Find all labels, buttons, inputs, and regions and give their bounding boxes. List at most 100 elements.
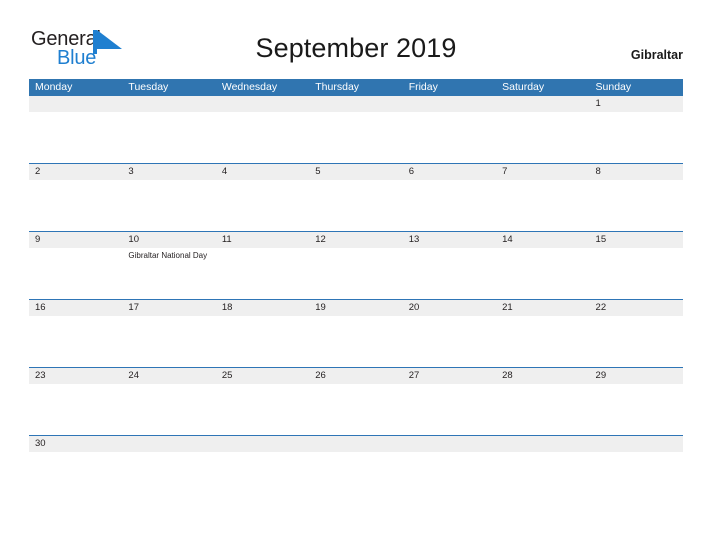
day-cell[interactable] xyxy=(216,316,309,367)
day-cell[interactable] xyxy=(309,384,402,435)
day-number[interactable]: 22 xyxy=(590,300,683,316)
day-cell[interactable] xyxy=(403,248,496,299)
day-cell[interactable] xyxy=(496,316,589,367)
day-cell[interactable] xyxy=(122,316,215,367)
day-number[interactable] xyxy=(496,96,589,112)
day-cell[interactable] xyxy=(29,112,122,163)
day-number[interactable] xyxy=(29,96,122,112)
day-cell[interactable] xyxy=(309,112,402,163)
day-number[interactable]: 18 xyxy=(216,300,309,316)
day-cell[interactable] xyxy=(29,248,122,299)
region-label: Gibraltar xyxy=(630,48,683,62)
day-number[interactable]: 26 xyxy=(309,368,402,384)
weekday-header-row: Monday Tuesday Wednesday Thursday Friday… xyxy=(29,79,683,96)
day-number[interactable] xyxy=(496,436,589,452)
day-cell[interactable] xyxy=(309,248,402,299)
week-row: 2 3 4 5 6 7 8 xyxy=(29,163,683,231)
day-cell[interactable] xyxy=(29,452,122,503)
day-cell[interactable] xyxy=(309,316,402,367)
day-number[interactable]: 19 xyxy=(309,300,402,316)
week-date-band: 1 xyxy=(29,96,683,112)
day-number[interactable]: 12 xyxy=(309,232,402,248)
weekday-sunday: Sunday xyxy=(595,81,632,93)
day-number[interactable]: 25 xyxy=(216,368,309,384)
day-cell[interactable] xyxy=(122,180,215,231)
day-number[interactable] xyxy=(122,96,215,112)
week-row: 30 xyxy=(29,435,683,503)
day-number[interactable] xyxy=(216,96,309,112)
day-cell[interactable] xyxy=(590,112,683,163)
day-number[interactable]: 17 xyxy=(122,300,215,316)
day-cell[interactable] xyxy=(590,384,683,435)
day-number[interactable]: 23 xyxy=(29,368,122,384)
day-cell[interactable] xyxy=(496,384,589,435)
day-number[interactable]: 13 xyxy=(403,232,496,248)
day-number[interactable]: 6 xyxy=(403,164,496,180)
day-number[interactable]: 9 xyxy=(29,232,122,248)
day-number[interactable]: 10 xyxy=(122,232,215,248)
day-cell[interactable] xyxy=(590,316,683,367)
day-number[interactable]: 24 xyxy=(122,368,215,384)
day-cell[interactable] xyxy=(216,112,309,163)
day-number[interactable]: 5 xyxy=(309,164,402,180)
day-cell[interactable] xyxy=(216,384,309,435)
day-cell[interactable] xyxy=(29,384,122,435)
day-number[interactable]: 1 xyxy=(590,96,683,112)
day-cell[interactable] xyxy=(403,384,496,435)
week-row: 16 17 18 19 20 21 22 xyxy=(29,299,683,367)
day-number[interactable] xyxy=(309,436,402,452)
day-number[interactable] xyxy=(590,436,683,452)
day-cell[interactable] xyxy=(590,248,683,299)
week-row: 1 xyxy=(29,96,683,163)
day-number[interactable]: 16 xyxy=(29,300,122,316)
week-date-band: 23 24 25 26 27 28 29 xyxy=(29,368,683,384)
day-number[interactable]: 11 xyxy=(216,232,309,248)
weekday-wednesday: Wednesday xyxy=(221,81,278,93)
day-cell[interactable] xyxy=(403,452,496,503)
week-event-band xyxy=(29,452,683,503)
day-cell[interactable] xyxy=(29,316,122,367)
week-row: 23 24 25 26 27 28 29 xyxy=(29,367,683,435)
day-cell[interactable] xyxy=(216,452,309,503)
day-cell[interactable] xyxy=(496,112,589,163)
day-cell[interactable] xyxy=(216,180,309,231)
day-cell[interactable] xyxy=(122,452,215,503)
day-number[interactable] xyxy=(122,436,215,452)
day-cell[interactable] xyxy=(403,112,496,163)
day-cell[interactable]: Gibraltar National Day xyxy=(122,248,215,299)
day-number[interactable]: 29 xyxy=(590,368,683,384)
day-number[interactable]: 7 xyxy=(496,164,589,180)
day-number[interactable]: 21 xyxy=(496,300,589,316)
day-cell[interactable] xyxy=(496,452,589,503)
day-number[interactable]: 27 xyxy=(403,368,496,384)
day-number[interactable]: 4 xyxy=(216,164,309,180)
day-cell[interactable] xyxy=(496,180,589,231)
day-number[interactable]: 2 xyxy=(29,164,122,180)
event-label: Gibraltar National Day xyxy=(128,251,208,260)
day-cell[interactable] xyxy=(29,180,122,231)
day-cell[interactable] xyxy=(309,180,402,231)
day-number[interactable] xyxy=(403,436,496,452)
day-number[interactable] xyxy=(309,96,402,112)
day-number[interactable]: 30 xyxy=(29,436,122,452)
day-cell[interactable] xyxy=(122,112,215,163)
day-cell[interactable] xyxy=(590,452,683,503)
day-cell[interactable] xyxy=(122,384,215,435)
day-number[interactable] xyxy=(216,436,309,452)
day-number[interactable]: 15 xyxy=(590,232,683,248)
day-number[interactable]: 3 xyxy=(122,164,215,180)
day-number[interactable] xyxy=(403,96,496,112)
day-cell[interactable] xyxy=(216,248,309,299)
day-number[interactable]: 20 xyxy=(403,300,496,316)
day-cell[interactable] xyxy=(403,316,496,367)
day-cell[interactable] xyxy=(403,180,496,231)
day-number[interactable]: 14 xyxy=(496,232,589,248)
day-cell[interactable] xyxy=(590,180,683,231)
week-event-band xyxy=(29,384,683,435)
day-number[interactable]: 8 xyxy=(590,164,683,180)
day-number[interactable]: 28 xyxy=(496,368,589,384)
week-event-band xyxy=(29,112,683,163)
week-date-band: 9 10 11 12 13 14 15 xyxy=(29,232,683,248)
day-cell[interactable] xyxy=(496,248,589,299)
day-cell[interactable] xyxy=(309,452,402,503)
